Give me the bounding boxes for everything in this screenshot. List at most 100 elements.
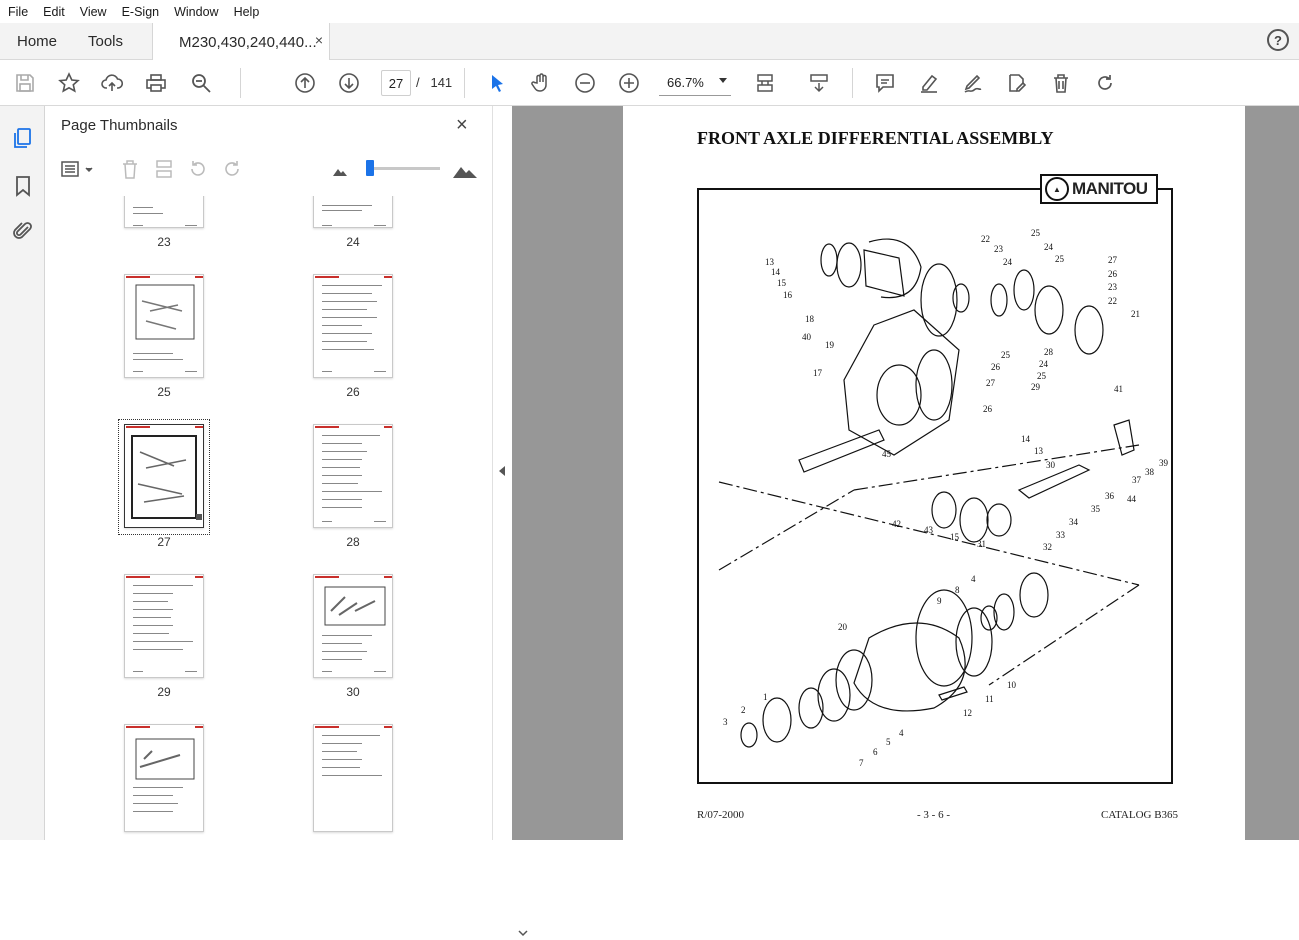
highlight-icon[interactable]: [916, 70, 942, 96]
svg-text:39: 39: [1159, 458, 1169, 468]
menu-edit[interactable]: Edit: [43, 5, 65, 19]
options-menu-icon[interactable]: [60, 158, 96, 182]
svg-text:38: 38: [1145, 467, 1155, 477]
zoom-level-select[interactable]: 66.7%: [659, 70, 731, 96]
tab-tools[interactable]: Tools: [88, 23, 123, 60]
insert-page-icon[interactable]: [153, 158, 177, 182]
tab-home[interactable]: Home: [17, 23, 57, 60]
thumbnail-page-28[interactable]: [313, 424, 393, 528]
svg-text:30: 30: [1046, 460, 1056, 470]
svg-text:5: 5: [886, 737, 891, 747]
page-thumbnails-icon[interactable]: [11, 126, 35, 150]
thumbnail-page-29[interactable]: [124, 574, 204, 678]
menu-view[interactable]: View: [80, 5, 107, 19]
thumbnail-page-30[interactable]: [313, 574, 393, 678]
svg-text:22: 22: [1108, 296, 1117, 306]
slider-handle[interactable]: [366, 160, 374, 176]
thumbnail-size-slider[interactable]: [370, 167, 440, 170]
chevron-down-icon: [719, 78, 727, 83]
svg-text:3: 3: [723, 717, 728, 727]
thumbnail-label: 26: [346, 385, 360, 399]
small-thumbnail-icon[interactable]: [333, 164, 347, 176]
delete-icon[interactable]: [1048, 70, 1074, 96]
svg-text:14: 14: [771, 267, 781, 277]
svg-text:27: 27: [1108, 255, 1118, 265]
scroll-down-icon[interactable]: [515, 928, 531, 938]
zoom-value: 66.7%: [667, 75, 704, 90]
scroll-mode-icon[interactable]: [806, 70, 832, 96]
page-number-input[interactable]: 27: [381, 70, 411, 96]
svg-text:26: 26: [991, 362, 1001, 372]
thumbnail-page-27[interactable]: [124, 424, 204, 528]
thumbnail-label: 28: [346, 535, 360, 549]
edit-pdf-icon[interactable]: [1004, 70, 1030, 96]
panel-toolbar: [45, 150, 492, 190]
page-up-icon[interactable]: [292, 70, 318, 96]
toolbar-divider: [240, 68, 241, 98]
page-down-icon[interactable]: [336, 70, 362, 96]
tab-document[interactable]: M230,430,240,440... ×: [152, 23, 330, 61]
svg-text:34: 34: [1069, 517, 1079, 527]
rotate-icon[interactable]: [1092, 70, 1118, 96]
thumbnail-page-24[interactable]: [313, 196, 393, 228]
svg-text:24: 24: [1039, 359, 1049, 369]
svg-text:25: 25: [1037, 371, 1047, 381]
collapse-panel-handle[interactable]: [492, 106, 512, 840]
svg-text:24: 24: [1044, 242, 1054, 252]
svg-text:20: 20: [838, 622, 848, 632]
select-pointer-icon[interactable]: [484, 70, 510, 96]
zoom-out-icon[interactable]: [572, 70, 598, 96]
svg-text:41: 41: [1114, 384, 1123, 394]
footer-page-number: - 3 - 6 -: [917, 809, 950, 821]
thumbnail-page-23[interactable]: [124, 196, 204, 228]
menu-help[interactable]: Help: [234, 5, 260, 19]
svg-text:25: 25: [1001, 350, 1011, 360]
thumbnail-page-25[interactable]: [124, 274, 204, 378]
rotate-right-icon[interactable]: [221, 158, 245, 182]
svg-text:1: 1: [763, 692, 768, 702]
svg-text:15: 15: [777, 278, 787, 288]
delete-page-icon[interactable]: [119, 158, 143, 182]
thumbnail-diagram: [135, 284, 195, 340]
bookmark-icon[interactable]: [11, 174, 35, 198]
svg-text:21: 21: [1131, 309, 1140, 319]
svg-text:40: 40: [802, 332, 812, 342]
svg-text:36: 36: [1105, 491, 1115, 501]
hand-icon[interactable]: [528, 70, 554, 96]
svg-text:17: 17: [813, 368, 823, 378]
upload-icon[interactable]: [99, 70, 125, 96]
thumbnail-page-26[interactable]: [313, 274, 393, 378]
rotate-left-icon[interactable]: [187, 158, 211, 182]
comment-icon[interactable]: [872, 70, 898, 96]
help-icon[interactable]: ?: [1267, 29, 1289, 51]
svg-text:37: 37: [1132, 475, 1142, 485]
svg-text:23: 23: [1108, 282, 1118, 292]
svg-text:13: 13: [1034, 446, 1044, 456]
sign-icon[interactable]: [960, 70, 986, 96]
fit-page-icon[interactable]: [752, 70, 778, 96]
svg-text:43: 43: [924, 525, 934, 535]
thumbnail-page-32[interactable]: [313, 724, 393, 832]
star-icon[interactable]: [56, 70, 82, 96]
svg-text:14: 14: [1021, 434, 1031, 444]
large-thumbnail-icon[interactable]: [453, 160, 477, 178]
tab-close-icon[interactable]: ×: [315, 32, 323, 48]
menu-esign[interactable]: E-Sign: [122, 5, 160, 19]
document-viewport[interactable]: FRONT AXLE DIFFERENTIAL ASSEMBLY 13 14 1…: [512, 106, 1299, 840]
close-icon[interactable]: ×: [456, 114, 468, 137]
svg-text:15: 15: [950, 532, 960, 542]
toolbar-divider: [464, 68, 465, 98]
save-icon[interactable]: [12, 70, 38, 96]
zoom-in-icon[interactable]: [616, 70, 642, 96]
zoom-search-icon[interactable]: [188, 70, 214, 96]
manitou-logo: ▲ MANITOU: [1040, 174, 1158, 204]
thumbnail-page-31[interactable]: [124, 724, 204, 832]
attachment-icon[interactable]: [11, 219, 35, 243]
svg-text:22: 22: [981, 234, 990, 244]
print-icon[interactable]: [143, 70, 169, 96]
menu-window[interactable]: Window: [174, 5, 218, 19]
svg-text:25: 25: [1055, 254, 1065, 264]
svg-text:10: 10: [1007, 680, 1017, 690]
svg-text:28: 28: [1044, 347, 1054, 357]
menu-file[interactable]: File: [8, 5, 28, 19]
